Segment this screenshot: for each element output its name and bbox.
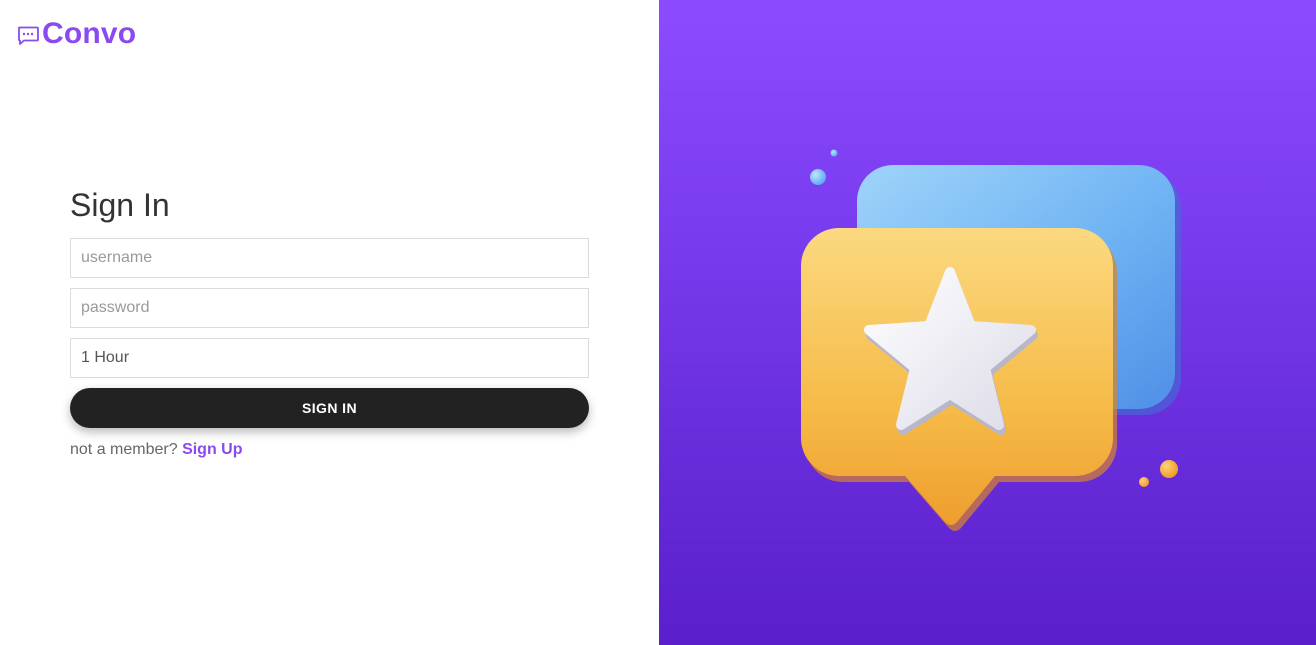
member-prompt-text: not a member? bbox=[70, 441, 178, 458]
chat-bubbles-star-illustration bbox=[801, 149, 1181, 531]
blue-dot-small-icon bbox=[830, 149, 838, 157]
sign-in-button[interactable]: SIGN IN bbox=[70, 388, 589, 428]
sign-up-link[interactable]: Sign Up bbox=[182, 441, 242, 458]
session-duration-value: 1 Hour bbox=[81, 349, 130, 366]
orange-dot-icon bbox=[1160, 460, 1178, 478]
brand-logo[interactable]: Convo bbox=[16, 16, 136, 52]
chat-bubble-icon bbox=[16, 22, 40, 46]
sign-in-button-label: SIGN IN bbox=[302, 400, 357, 416]
blue-dot-icon bbox=[810, 169, 826, 185]
session-duration-select[interactable]: 1 Hour bbox=[70, 338, 589, 378]
hero-panel bbox=[659, 0, 1316, 645]
brand-name: Convo bbox=[42, 17, 137, 50]
sign-in-page: Convo Sign In 1 Hour SIGN IN not a membe… bbox=[0, 0, 1316, 645]
password-input[interactable] bbox=[70, 288, 589, 328]
orange-dot-small-icon bbox=[1139, 477, 1149, 487]
sign-in-panel: Convo Sign In 1 Hour SIGN IN not a membe… bbox=[0, 0, 659, 645]
signup-prompt: not a member? Sign Up bbox=[70, 440, 589, 460]
username-input[interactable] bbox=[70, 238, 589, 278]
sign-in-form: Sign In 1 Hour SIGN IN not a member? Sig… bbox=[70, 186, 589, 460]
page-title: Sign In bbox=[70, 187, 170, 223]
